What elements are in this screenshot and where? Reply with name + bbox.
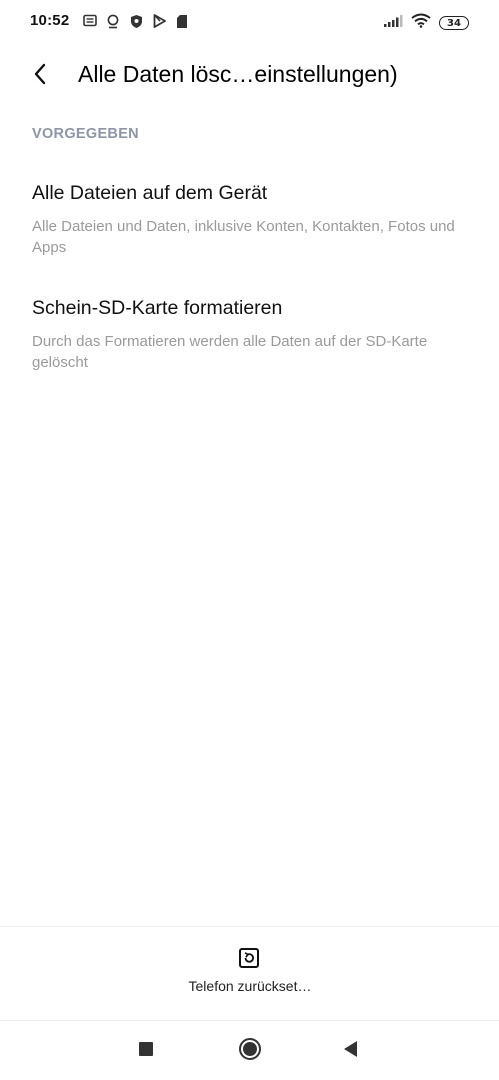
list-item-format-sd-card[interactable]: Schein-SD-Karte formatieren Durch das Fo… (0, 297, 499, 379)
divider (0, 926, 499, 927)
play-store-icon (151, 13, 167, 29)
signal-icon (383, 14, 403, 33)
recent-apps-button[interactable] (132, 1037, 160, 1065)
shield-icon (128, 13, 144, 29)
location-pin-icon (105, 13, 121, 29)
triangle-back-icon (342, 1040, 360, 1063)
reset-phone-label: Telefon zurückset… (188, 978, 312, 994)
nav-back-button[interactable] (337, 1037, 365, 1065)
circle-icon (238, 1037, 262, 1066)
status-time: 10:52 (30, 12, 70, 29)
wifi-icon (411, 13, 431, 33)
sd-card-icon (174, 13, 190, 29)
square-icon (138, 1041, 154, 1062)
page-title: Alle Daten lösc…einstellungen) (78, 61, 398, 87)
app-header: Alle Daten lösc…einstellungen) (0, 52, 499, 100)
reset-icon (238, 947, 260, 969)
battery-indicator: 34 (439, 16, 469, 30)
navigation-bar (0, 1021, 499, 1080)
item-title: Schein-SD-Karte formatieren (32, 297, 283, 319)
list-item-all-files[interactable]: Alle Dateien auf dem Gerät Alle Dateien … (0, 182, 499, 264)
section-header: VORGEGEBEN (32, 126, 139, 142)
notification-icons (82, 13, 190, 29)
item-title: Alle Dateien auf dem Gerät (32, 182, 268, 204)
item-description: Alle Dateien und Daten, inklusive Konten… (32, 218, 455, 256)
chevron-left-icon (32, 62, 48, 91)
system-icons: 34 (383, 13, 469, 33)
home-button[interactable] (236, 1037, 264, 1065)
reset-phone-button[interactable]: Telefon zurückset… (150, 940, 350, 1010)
message-icon (82, 13, 98, 29)
back-button[interactable] (24, 60, 56, 92)
item-description: Durch das Formatieren werden alle Daten … (32, 333, 428, 371)
status-bar: 10:52 34 (0, 0, 499, 44)
